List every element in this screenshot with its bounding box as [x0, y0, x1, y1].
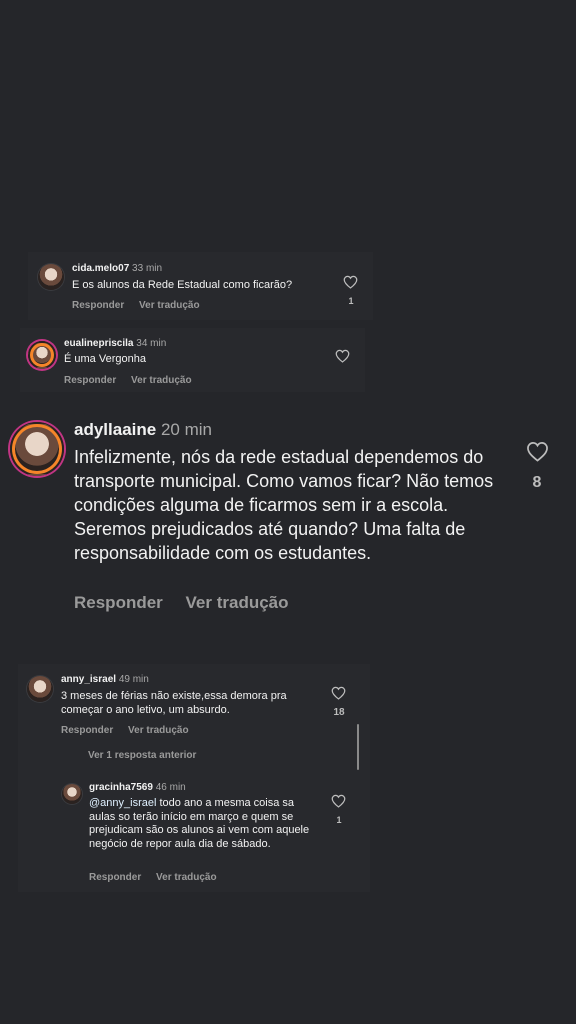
timestamp: 49 min [118, 674, 149, 685]
avatar[interactable] [62, 784, 82, 804]
timestamp: 20 min [160, 420, 212, 439]
reply-button[interactable]: Responder [61, 725, 113, 736]
avatar[interactable] [38, 264, 64, 290]
username[interactable]: eualinepriscila [64, 338, 133, 349]
translate-button[interactable]: Ver tradução [139, 300, 200, 311]
reply-button[interactable]: Responder [74, 593, 163, 612]
translate-button[interactable]: Ver tradução [186, 593, 289, 612]
heart-outline-icon[interactable] [335, 349, 350, 363]
translate-button[interactable]: Ver tradução [156, 872, 217, 883]
like-count: 18 [333, 707, 345, 718]
reply-button[interactable]: Responder [72, 300, 124, 311]
comment-text: E os alunos da Rede Estadual como ficarã… [72, 279, 293, 291]
comment-adyllaaine: adyllaaine 20 min Infelizmente, nós da r… [0, 408, 576, 628]
timestamp: 34 min [136, 338, 167, 349]
comment-eualinepriscila: eualinepriscila 34 min É uma Vergonha Re… [20, 328, 365, 392]
avatar[interactable] [27, 676, 53, 702]
username[interactable]: adyllaaine [74, 420, 156, 439]
comment-text: @anny_israel todo ano a mesma coisa sa a… [89, 797, 311, 851]
timestamp: 46 min [155, 782, 186, 793]
timestamp: 33 min [132, 263, 163, 274]
translate-button[interactable]: Ver tradução [131, 375, 192, 386]
view-previous-replies-button[interactable]: Ver 1 resposta anterior [88, 750, 196, 761]
reply-button[interactable]: Responder [89, 872, 141, 883]
comment-text: 3 meses de férias não existe,essa demora… [61, 690, 287, 716]
comment-text: Infelizmente, nós da rede estadual depen… [74, 447, 494, 563]
avatar[interactable] [10, 422, 64, 476]
reply-button[interactable]: Responder [64, 375, 116, 386]
username[interactable]: gracinha7569 [89, 782, 153, 793]
heart-outline-icon[interactable] [331, 686, 346, 700]
heart-outline-icon[interactable] [343, 275, 358, 289]
heart-outline-icon[interactable] [526, 441, 549, 462]
username[interactable]: cida.melo07 [72, 263, 129, 274]
mention-link[interactable]: @anny_israel [89, 797, 156, 809]
username[interactable]: anny_israel [61, 674, 116, 685]
heart-outline-icon[interactable] [331, 794, 346, 808]
comment-text: É uma Vergonha [64, 353, 146, 365]
translate-button[interactable]: Ver tradução [128, 725, 189, 736]
avatar[interactable] [28, 341, 56, 369]
comment-thread-anny-israel: anny_israel 49 min 3 meses de férias não… [18, 664, 370, 892]
like-count: 1 [336, 815, 342, 825]
like-count: 1 [348, 296, 354, 306]
like-count: 8 [532, 474, 542, 491]
scrollbar[interactable] [357, 724, 359, 770]
comment-cida-melo07: cida.melo07 33 min E os alunos da Rede E… [28, 252, 373, 320]
reply-gracinha7569: gracinha7569 46 min @anny_israel todo an… [58, 780, 358, 890]
